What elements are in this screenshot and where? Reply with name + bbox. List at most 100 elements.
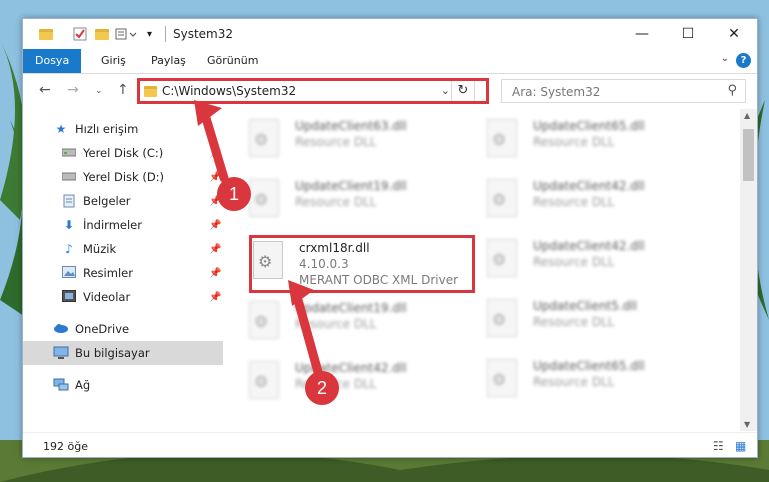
tab-share[interactable]: Paylaş — [151, 49, 186, 73]
dll-file-icon: ⚙ — [487, 119, 517, 157]
close-button[interactable]: ✕ — [711, 19, 757, 49]
sidebar-item-disk-d[interactable]: Yerel Disk (D:) 📌 — [23, 165, 223, 189]
sidebar-item-label: Videolar — [83, 290, 131, 304]
dll-file-icon: ⚙ — [249, 361, 279, 399]
details-view-icon[interactable]: ☷ — [713, 439, 724, 453]
sidebar-item-quick-access[interactable]: ★ Hızlı erişim — [23, 117, 223, 141]
pin-icon[interactable]: 📌 — [209, 220, 221, 231]
customize-toolbar-icon[interactable] — [115, 25, 141, 43]
up-arrow-icon[interactable]: ↑ — [117, 82, 129, 98]
network-icon — [53, 378, 69, 392]
pin-icon[interactable]: 📌 — [209, 148, 221, 159]
sidebar-item-onedrive[interactable]: OneDrive — [23, 317, 223, 341]
dll-file-icon: ⚙ — [487, 239, 517, 277]
file-type: Resource DLL — [533, 375, 615, 389]
minimize-button[interactable]: — — [619, 19, 665, 49]
list-item[interactable]: ⚙ UpdateClient42.dll Resource DLL — [487, 175, 717, 229]
pin-icon[interactable]: 📌 — [209, 292, 221, 303]
recent-locations-icon[interactable]: ⌄ — [95, 86, 103, 96]
ribbon-tabs: Dosya Giriş Paylaş Görünüm ⌄ ? — [23, 49, 757, 74]
tab-home[interactable]: Giriş — [101, 49, 126, 73]
sidebar-item-label: Resimler — [83, 266, 133, 280]
file-type: Resource DLL — [295, 135, 377, 149]
file-type: Resource DLL — [295, 317, 377, 331]
dll-file-icon: ⚙ — [249, 179, 279, 217]
file-name: UpdateClient65.dll — [533, 359, 645, 373]
file-name: UpdateClient65.dll — [533, 119, 645, 133]
sidebar-item-label: Müzik — [83, 242, 117, 256]
large-icons-view-icon[interactable]: ▦ — [735, 439, 746, 453]
sidebar-item-music[interactable]: ♪ Müzik 📌 — [23, 237, 223, 261]
sidebar-item-downloads[interactable]: ⬇ İndirmeler 📌 — [23, 213, 223, 237]
file-type: Resource DLL — [533, 195, 615, 209]
file-type: Resource DLL — [533, 315, 615, 329]
drive-icon — [61, 170, 77, 184]
file-name: UpdateClient19.dll — [295, 179, 407, 193]
help-icon[interactable]: ? — [736, 53, 751, 68]
file-name: UpdateClient42.dll — [533, 179, 645, 193]
vertical-scrollbar[interactable]: ▲ ▼ — [740, 109, 757, 431]
sidebar-item-label: Ağ — [75, 378, 91, 392]
list-item[interactable]: ⚙ UpdateClient19.dll Resource DLL — [249, 297, 479, 351]
scroll-thumb[interactable] — [743, 129, 754, 181]
list-item[interactable]: ⚙ UpdateClient5.dll Resource DLL — [487, 295, 717, 349]
search-input[interactable]: Ara: System32 ⚲ — [501, 79, 746, 103]
computer-icon — [53, 346, 69, 360]
sidebar-item-documents[interactable]: Belgeler 📌 — [23, 189, 223, 213]
list-item[interactable]: ⚙ UpdateClient63.dll Resource DLL — [249, 115, 479, 169]
pictures-icon — [61, 266, 77, 280]
music-icon: ♪ — [65, 242, 73, 256]
window-title: System32 — [173, 27, 234, 41]
navigation-pane: ★ Hızlı erişim Yerel Disk (C:) 📌 Yerel D… — [23, 109, 223, 431]
pin-icon[interactable]: 📌 — [209, 268, 221, 279]
sidebar-item-label: Yerel Disk (D:) — [83, 170, 165, 184]
sidebar-item-videos[interactable]: Videolar 📌 — [23, 285, 223, 309]
dll-file-icon: ⚙ — [487, 359, 517, 397]
chevron-down-icon[interactable]: ⌄ — [721, 53, 729, 64]
sidebar-item-disk-c[interactable]: Yerel Disk (C:) 📌 — [23, 141, 223, 165]
file-name: UpdateClient5.dll — [533, 299, 637, 313]
highlight-box-file — [249, 235, 475, 293]
file-name: UpdateClient42.dll — [533, 239, 645, 253]
list-item[interactable]: ⚙ UpdateClient42.dll Resource DLL — [487, 235, 717, 289]
tab-file[interactable]: Dosya — [23, 49, 82, 73]
list-item[interactable]: ⚙ UpdateClient65.dll Resource DLL — [487, 115, 717, 169]
file-type: Resource DLL — [533, 255, 615, 269]
list-item[interactable]: ⚙ UpdateClient42.dll Resource DLL — [249, 357, 479, 411]
cloud-icon — [53, 322, 69, 336]
navigation-bar: ← → ⌄ ↑ C:\Windows\System32 ⌄ ↻ Ara: Sys… — [23, 74, 757, 108]
sidebar-item-label: Hızlı erişim — [75, 122, 139, 136]
chevron-down-icon[interactable]: ▾ — [147, 25, 152, 43]
documents-icon — [61, 194, 77, 208]
pin-icon[interactable]: 📌 — [209, 172, 221, 183]
title-separator — [165, 26, 166, 42]
star-icon: ★ — [55, 122, 67, 136]
sidebar-item-this-pc[interactable]: Bu bilgisayar — [23, 341, 223, 365]
item-count: 192 öğe — [43, 440, 88, 453]
sidebar-item-pictures[interactable]: Resimler 📌 — [23, 261, 223, 285]
pin-icon[interactable]: 📌 — [209, 244, 221, 255]
pin-icon[interactable]: 📌 — [209, 196, 221, 207]
dll-file-icon: ⚙ — [249, 301, 279, 339]
list-item[interactable]: ⚙ UpdateClient65.dll Resource DLL — [487, 355, 717, 409]
file-type: Resource DLL — [295, 195, 377, 209]
back-arrow-icon[interactable]: ← — [39, 82, 51, 98]
search-placeholder: Ara: System32 — [512, 85, 601, 99]
sidebar-item-network[interactable]: Ağ — [23, 373, 223, 397]
tab-view[interactable]: Görünüm — [207, 49, 258, 73]
properties-icon[interactable] — [73, 25, 87, 43]
scroll-down-icon[interactable]: ▼ — [744, 420, 750, 429]
forward-arrow-icon[interactable]: → — [67, 82, 79, 98]
dll-file-icon: ⚙ — [487, 299, 517, 337]
scroll-up-icon[interactable]: ▲ — [744, 111, 750, 120]
video-icon — [61, 290, 77, 304]
search-icon[interactable]: ⚲ — [727, 83, 737, 98]
folder-icon — [39, 25, 53, 43]
new-folder-icon[interactable] — [95, 25, 109, 43]
highlight-box-address — [137, 78, 489, 104]
list-item[interactable]: ⚙ UpdateClient19.dll Resource DLL — [249, 175, 479, 229]
maximize-button[interactable]: ☐ — [665, 19, 711, 49]
file-name: UpdateClient42.dll — [295, 361, 407, 375]
file-name: UpdateClient63.dll — [295, 119, 407, 133]
dll-file-icon: ⚙ — [487, 179, 517, 217]
